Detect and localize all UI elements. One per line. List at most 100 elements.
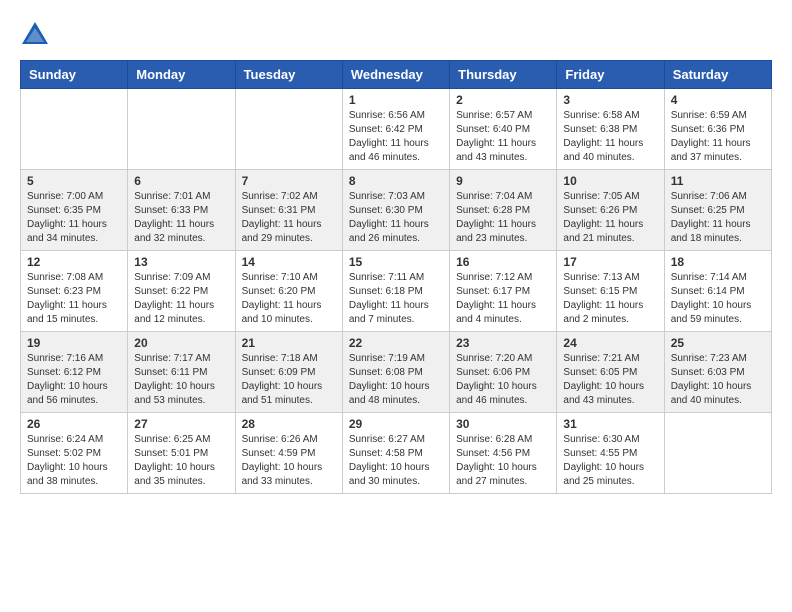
day-number: 18 xyxy=(671,255,765,269)
day-info: Sunrise: 6:58 AM Sunset: 6:38 PM Dayligh… xyxy=(563,109,657,165)
day-info: Sunrise: 7:09 AM Sunset: 6:22 PM Dayligh… xyxy=(134,271,228,327)
day-number: 1 xyxy=(349,93,443,107)
calendar-cell: 3 Sunrise: 6:58 AM Sunset: 6:38 PM Daylig… xyxy=(557,89,664,170)
calendar-cell: 9 Sunrise: 7:04 AM Sunset: 6:28 PM Daylig… xyxy=(450,170,557,251)
day-info: Sunrise: 7:20 AM Sunset: 6:06 PM Dayligh… xyxy=(456,352,550,408)
calendar-cell: 10 Sunrise: 7:05 AM Sunset: 6:26 PM Dayli… xyxy=(557,170,664,251)
calendar-cell: 28 Sunrise: 6:26 AM Sunset: 4:59 PM Dayli… xyxy=(235,413,342,494)
calendar-day-header: Saturday xyxy=(664,61,771,89)
calendar-cell xyxy=(235,89,342,170)
day-info: Sunrise: 7:13 AM Sunset: 6:15 PM Dayligh… xyxy=(563,271,657,327)
calendar-cell: 11 Sunrise: 7:06 AM Sunset: 6:25 PM Dayli… xyxy=(664,170,771,251)
day-info: Sunrise: 7:02 AM Sunset: 6:31 PM Dayligh… xyxy=(242,190,336,246)
calendar-cell: 22 Sunrise: 7:19 AM Sunset: 6:08 PM Dayli… xyxy=(342,332,449,413)
day-info: Sunrise: 7:01 AM Sunset: 6:33 PM Dayligh… xyxy=(134,190,228,246)
day-number: 19 xyxy=(27,336,121,350)
calendar-cell: 1 Sunrise: 6:56 AM Sunset: 6:42 PM Daylig… xyxy=(342,89,449,170)
day-number: 26 xyxy=(27,417,121,431)
calendar-cell: 31 Sunrise: 6:30 AM Sunset: 4:55 PM Dayli… xyxy=(557,413,664,494)
day-info: Sunrise: 7:10 AM Sunset: 6:20 PM Dayligh… xyxy=(242,271,336,327)
logo xyxy=(20,20,54,50)
day-number: 11 xyxy=(671,174,765,188)
day-info: Sunrise: 7:16 AM Sunset: 6:12 PM Dayligh… xyxy=(27,352,121,408)
calendar-day-header: Monday xyxy=(128,61,235,89)
calendar-table: SundayMondayTuesdayWednesdayThursdayFrid… xyxy=(20,60,772,494)
day-info: Sunrise: 6:57 AM Sunset: 6:40 PM Dayligh… xyxy=(456,109,550,165)
calendar-day-header: Friday xyxy=(557,61,664,89)
logo-icon xyxy=(20,20,50,50)
day-info: Sunrise: 7:00 AM Sunset: 6:35 PM Dayligh… xyxy=(27,190,121,246)
day-number: 20 xyxy=(134,336,228,350)
day-info: Sunrise: 6:30 AM Sunset: 4:55 PM Dayligh… xyxy=(563,433,657,489)
day-info: Sunrise: 7:05 AM Sunset: 6:26 PM Dayligh… xyxy=(563,190,657,246)
calendar-cell: 8 Sunrise: 7:03 AM Sunset: 6:30 PM Daylig… xyxy=(342,170,449,251)
calendar-day-header: Sunday xyxy=(21,61,128,89)
calendar-cell: 30 Sunrise: 6:28 AM Sunset: 4:56 PM Dayli… xyxy=(450,413,557,494)
calendar-week-row: 5 Sunrise: 7:00 AM Sunset: 6:35 PM Daylig… xyxy=(21,170,772,251)
day-number: 3 xyxy=(563,93,657,107)
calendar-cell: 18Sunrise: 7:14 AM Sunset: 6:14 PM Dayli… xyxy=(664,251,771,332)
calendar-cell: 7Sunrise: 7:02 AM Sunset: 6:31 PM Daylig… xyxy=(235,170,342,251)
day-number: 5 xyxy=(27,174,121,188)
day-number: 6 xyxy=(134,174,228,188)
calendar-cell: 12 Sunrise: 7:08 AM Sunset: 6:23 PM Dayli… xyxy=(21,251,128,332)
calendar-cell: 27Sunrise: 6:25 AM Sunset: 5:01 PM Dayli… xyxy=(128,413,235,494)
day-number: 31 xyxy=(563,417,657,431)
day-info: Sunrise: 6:27 AM Sunset: 4:58 PM Dayligh… xyxy=(349,433,443,489)
calendar-cell: 20Sunrise: 7:17 AM Sunset: 6:11 PM Dayli… xyxy=(128,332,235,413)
calendar-week-row: 12 Sunrise: 7:08 AM Sunset: 6:23 PM Dayli… xyxy=(21,251,772,332)
day-number: 28 xyxy=(242,417,336,431)
calendar-cell: 16 Sunrise: 7:12 AM Sunset: 6:17 PM Dayli… xyxy=(450,251,557,332)
day-info: Sunrise: 6:28 AM Sunset: 4:56 PM Dayligh… xyxy=(456,433,550,489)
day-info: Sunrise: 7:04 AM Sunset: 6:28 PM Dayligh… xyxy=(456,190,550,246)
day-number: 14 xyxy=(242,255,336,269)
day-number: 2 xyxy=(456,93,550,107)
calendar-cell: 29 Sunrise: 6:27 AM Sunset: 4:58 PM Dayli… xyxy=(342,413,449,494)
day-info: Sunrise: 6:25 AM Sunset: 5:01 PM Dayligh… xyxy=(134,433,228,489)
day-info: Sunrise: 6:24 AM Sunset: 5:02 PM Dayligh… xyxy=(27,433,121,489)
day-info: Sunrise: 7:19 AM Sunset: 6:08 PM Dayligh… xyxy=(349,352,443,408)
day-info: Sunrise: 7:08 AM Sunset: 6:23 PM Dayligh… xyxy=(27,271,121,327)
calendar-cell: 19 Sunrise: 7:16 AM Sunset: 6:12 PM Dayli… xyxy=(21,332,128,413)
day-number: 12 xyxy=(27,255,121,269)
day-info: Sunrise: 7:21 AM Sunset: 6:05 PM Dayligh… xyxy=(563,352,657,408)
day-number: 17 xyxy=(563,255,657,269)
calendar-cell xyxy=(128,89,235,170)
calendar-cell: 5 Sunrise: 7:00 AM Sunset: 6:35 PM Daylig… xyxy=(21,170,128,251)
day-info: Sunrise: 7:12 AM Sunset: 6:17 PM Dayligh… xyxy=(456,271,550,327)
day-number: 10 xyxy=(563,174,657,188)
day-number: 23 xyxy=(456,336,550,350)
calendar-week-row: 19 Sunrise: 7:16 AM Sunset: 6:12 PM Dayli… xyxy=(21,332,772,413)
calendar-cell: 21 Sunrise: 7:18 AM Sunset: 6:09 PM Dayli… xyxy=(235,332,342,413)
day-info: Sunrise: 7:06 AM Sunset: 6:25 PM Dayligh… xyxy=(671,190,765,246)
day-number: 4 xyxy=(671,93,765,107)
day-info: Sunrise: 7:03 AM Sunset: 6:30 PM Dayligh… xyxy=(349,190,443,246)
day-number: 21 xyxy=(242,336,336,350)
day-number: 30 xyxy=(456,417,550,431)
day-info: Sunrise: 7:23 AM Sunset: 6:03 PM Dayligh… xyxy=(671,352,765,408)
day-number: 29 xyxy=(349,417,443,431)
day-number: 22 xyxy=(349,336,443,350)
day-info: Sunrise: 6:56 AM Sunset: 6:42 PM Dayligh… xyxy=(349,109,443,165)
calendar-cell: 14 Sunrise: 7:10 AM Sunset: 6:20 PM Dayli… xyxy=(235,251,342,332)
calendar-cell: 23 Sunrise: 7:20 AM Sunset: 6:06 PM Dayli… xyxy=(450,332,557,413)
calendar-week-row: 1 Sunrise: 6:56 AM Sunset: 6:42 PM Daylig… xyxy=(21,89,772,170)
calendar-day-header: Tuesday xyxy=(235,61,342,89)
day-info: Sunrise: 6:26 AM Sunset: 4:59 PM Dayligh… xyxy=(242,433,336,489)
day-number: 8 xyxy=(349,174,443,188)
day-number: 9 xyxy=(456,174,550,188)
calendar-week-row: 26 Sunrise: 6:24 AM Sunset: 5:02 PM Dayli… xyxy=(21,413,772,494)
calendar-cell: 24 Sunrise: 7:21 AM Sunset: 6:05 PM Dayli… xyxy=(557,332,664,413)
calendar-cell: 2 Sunrise: 6:57 AM Sunset: 6:40 PM Daylig… xyxy=(450,89,557,170)
calendar-cell xyxy=(21,89,128,170)
day-number: 16 xyxy=(456,255,550,269)
day-info: Sunrise: 7:11 AM Sunset: 6:18 PM Dayligh… xyxy=(349,271,443,327)
calendar-cell: 13 Sunrise: 7:09 AM Sunset: 6:22 PM Dayli… xyxy=(128,251,235,332)
calendar-day-header: Wednesday xyxy=(342,61,449,89)
day-number: 24 xyxy=(563,336,657,350)
calendar-cell: 15Sunrise: 7:11 AM Sunset: 6:18 PM Dayli… xyxy=(342,251,449,332)
calendar-header-row: SundayMondayTuesdayWednesdayThursdayFrid… xyxy=(21,61,772,89)
day-info: Sunrise: 7:18 AM Sunset: 6:09 PM Dayligh… xyxy=(242,352,336,408)
calendar-cell: 26 Sunrise: 6:24 AM Sunset: 5:02 PM Dayli… xyxy=(21,413,128,494)
day-number: 13 xyxy=(134,255,228,269)
